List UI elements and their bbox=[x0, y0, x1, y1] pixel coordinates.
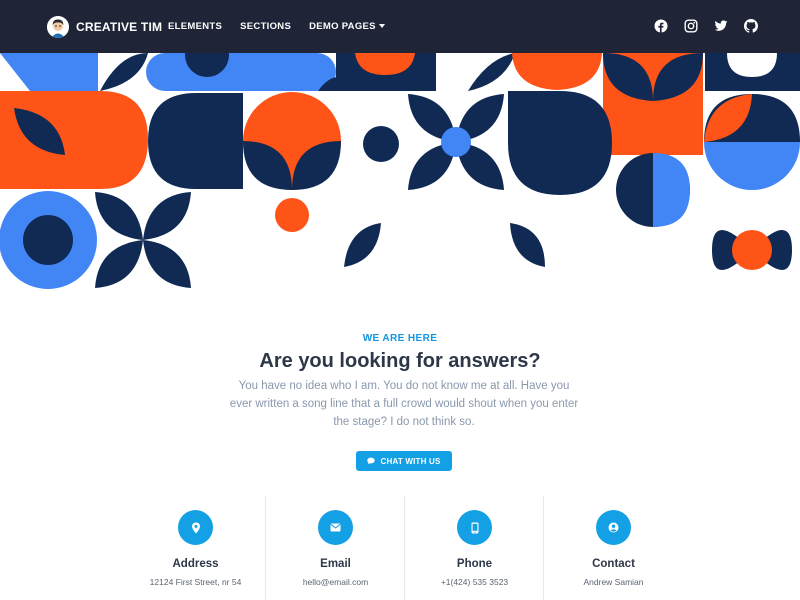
contact-address-title: Address bbox=[172, 558, 219, 570]
shape-top-orange-half bbox=[512, 53, 602, 90]
nav-demo-pages[interactable]: DEMO PAGES bbox=[309, 21, 385, 32]
shape-top-blue-pill bbox=[146, 53, 336, 91]
shape-flower bbox=[408, 94, 504, 190]
section-description: You have no idea who I am. You do not kn… bbox=[229, 380, 579, 428]
hero-illustration bbox=[0, 53, 800, 298]
facebook-icon[interactable] bbox=[654, 19, 668, 33]
nav-sections[interactable]: SECTIONS bbox=[240, 21, 291, 32]
contact-person-title: Contact bbox=[592, 558, 635, 570]
instagram-icon[interactable] bbox=[684, 19, 698, 33]
shape-leaf-4 bbox=[510, 223, 545, 267]
shape-orange-pill bbox=[0, 91, 148, 189]
geometric-pattern bbox=[0, 53, 800, 289]
avatar bbox=[47, 16, 69, 38]
nav-links: ELEMENTS SECTIONS DEMO PAGES bbox=[168, 21, 403, 32]
contact-phone: Phone +1(424) 535 3523 bbox=[404, 496, 543, 600]
social-links bbox=[638, 19, 758, 33]
nav-demo-pages-label: DEMO PAGES bbox=[309, 21, 376, 32]
contact-person: Contact Andrew Samian bbox=[543, 496, 682, 600]
contact-email-value[interactable]: hello@email.com bbox=[266, 577, 405, 587]
caret-down-icon bbox=[378, 24, 385, 28]
brand-name: CREATIVE TIM bbox=[76, 20, 163, 34]
contact-info-row: Address 12124 First Street, nr 54 Email … bbox=[126, 496, 682, 600]
chat-with-us-button[interactable]: CHAT WITH US bbox=[356, 451, 452, 471]
contact-phone-value[interactable]: +1(424) 535 3523 bbox=[405, 577, 544, 587]
brand-link[interactable]: CREATIVE TIM bbox=[47, 16, 162, 38]
github-icon[interactable] bbox=[744, 19, 758, 33]
chat-bubble-icon bbox=[367, 457, 376, 465]
contact-email: Email hello@email.com bbox=[265, 496, 404, 600]
shape-navy-drop bbox=[508, 91, 612, 195]
shape-navy-semicircle bbox=[148, 93, 243, 189]
shape-small-navy-dot bbox=[363, 126, 399, 162]
chat-with-us-label: CHAT WITH US bbox=[380, 456, 441, 466]
shape-leaf-3 bbox=[344, 223, 381, 267]
shape-top-leaf-2 bbox=[468, 53, 515, 91]
phone-icon bbox=[457, 510, 492, 545]
contact-person-value: Andrew Samian bbox=[583, 577, 644, 587]
nav-elements[interactable]: ELEMENTS bbox=[168, 21, 222, 32]
navbar: CREATIVE TIM ELEMENTS SECTIONS DEMO PAGE… bbox=[0, 0, 800, 53]
shape-top-leaf-1 bbox=[100, 53, 148, 91]
section-title: Are you looking for answers? bbox=[259, 350, 541, 372]
shape-top-blue-left bbox=[0, 53, 98, 91]
contact-address: Address 12124 First Street, nr 54 bbox=[126, 496, 265, 600]
contact-phone-title: Phone bbox=[456, 558, 493, 570]
contact-address-value: 12124 First Street, nr 54 bbox=[149, 577, 242, 587]
section-eyebrow: WE ARE HERE bbox=[362, 333, 438, 344]
twitter-icon[interactable] bbox=[714, 19, 728, 33]
contact-email-title: Email bbox=[320, 558, 351, 570]
shape-flower-left bbox=[95, 192, 191, 288]
shape-small-orange-dot bbox=[275, 198, 309, 232]
envelope-icon bbox=[318, 510, 353, 545]
location-pin-icon bbox=[178, 510, 213, 545]
user-circle-icon bbox=[596, 510, 631, 545]
shape-bow bbox=[712, 230, 792, 270]
